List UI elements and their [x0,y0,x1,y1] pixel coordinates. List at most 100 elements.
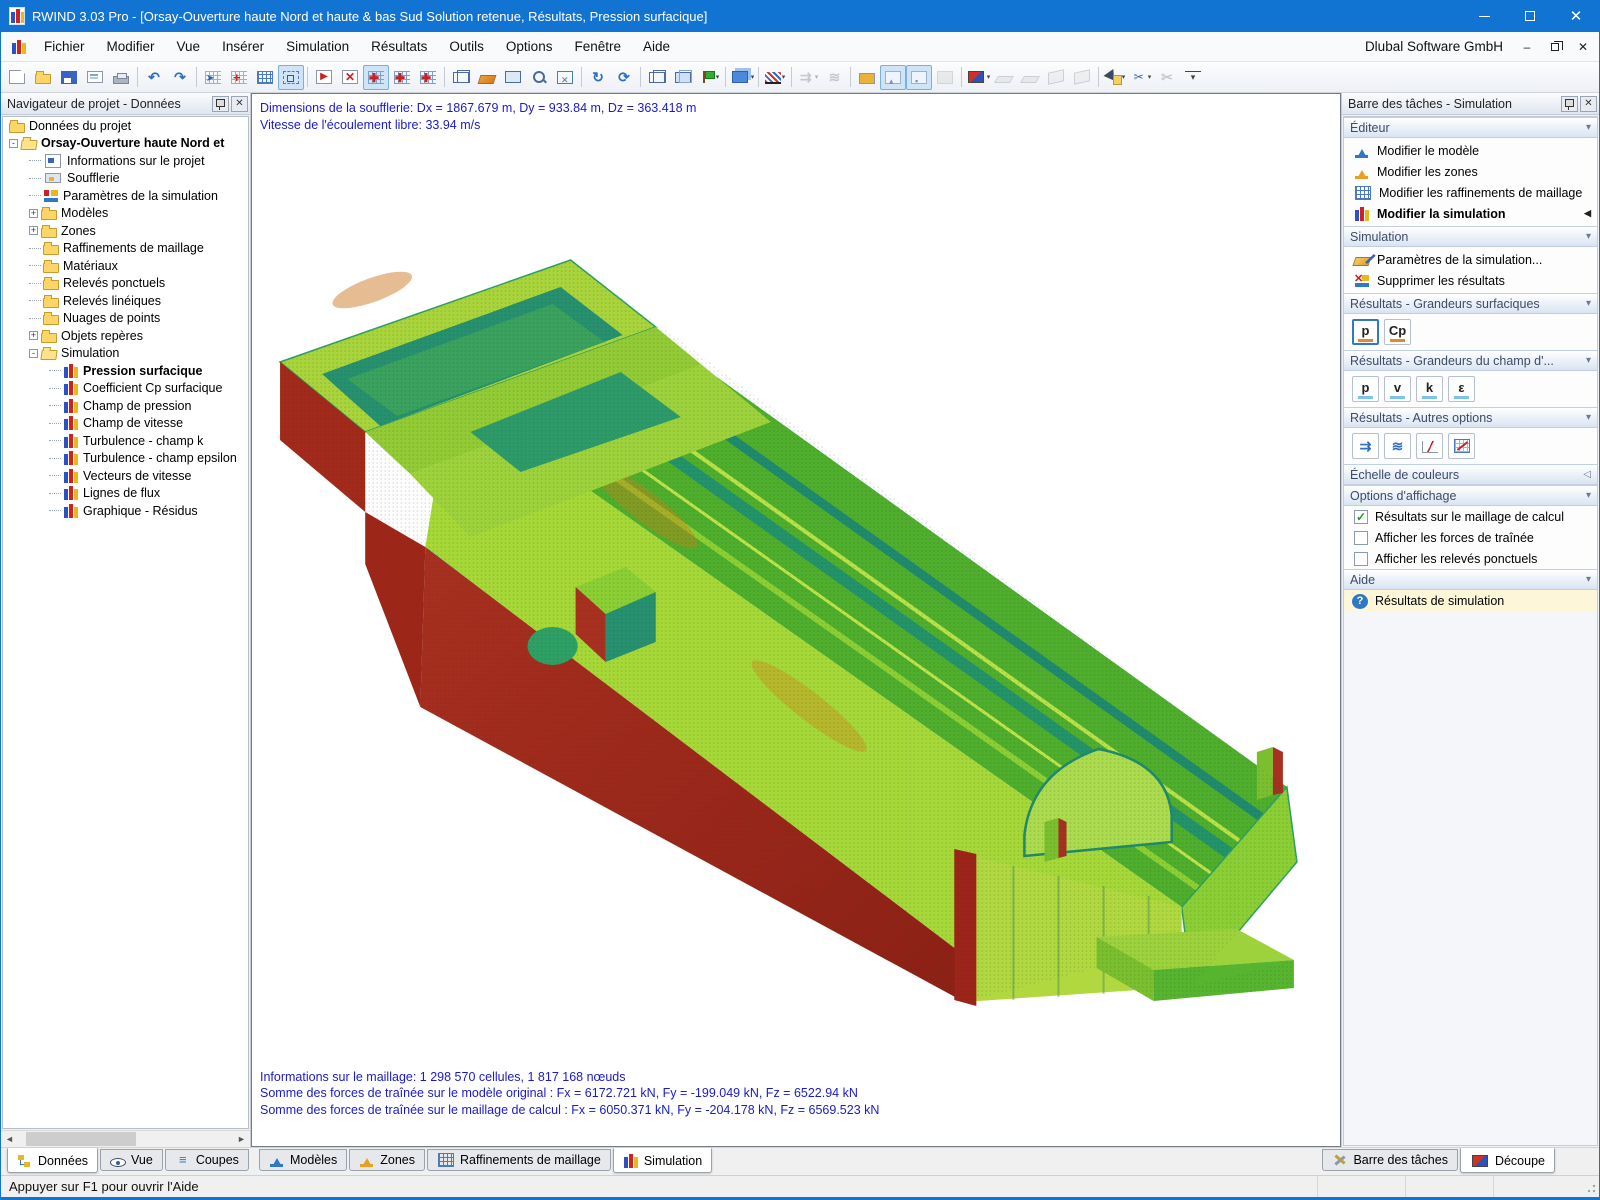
tree-item-releve-s-line-iques[interactable]: Relevés linéiques [3,292,248,310]
maximize-button[interactable] [1507,0,1553,32]
wind-zone-button[interactable] [200,65,226,90]
section-chevron-icon[interactable]: ▾ [1586,412,1591,423]
clip-front-button[interactable] [880,64,906,90]
result-button-cp[interactable]: Cp [1384,319,1411,345]
resize-grip-icon[interactable] [1583,1179,1597,1194]
section-header-re-sultats-grandeurs-du-champ-d[interactable]: Résultats - Grandeurs du champ d'... ▾ [1344,350,1597,371]
section-chevron-icon[interactable]: ▾ [1586,298,1591,309]
tree-item-champ-de-vitesse[interactable]: Champ de vitesse [3,415,248,433]
mdi-minimize-button[interactable]: – [1517,38,1537,56]
tree-item-graphique-re-sidus[interactable]: Graphique - Résidus [3,502,248,520]
task-parame-tres-de-la-simulation[interactable]: Paramètres de la simulation... [1344,249,1597,270]
section-header-options-d-affichage[interactable]: Options d'affichage ▾ [1344,485,1597,506]
tree-item-releve-s-ponctuels[interactable]: Relevés ponctuels [3,275,248,293]
section-hatch-button[interactable]: ▾ [762,65,788,90]
task-supprimer-les-re-sultats[interactable]: Supprimer les résultats [1344,270,1597,291]
projection-mode-button[interactable] [670,65,696,90]
tab-barre-des-ta-ches[interactable]: Barre des tâches [1322,1149,1458,1171]
tab-zones[interactable]: Zones [349,1149,425,1171]
unchecked-checkbox-icon[interactable] [1354,551,1368,566]
tree-item-mate-riaux[interactable]: Matériaux [3,257,248,275]
generate-mesh-button[interactable] [226,65,252,90]
tab-raffinements-de-maillage[interactable]: Raffinements de maillage [427,1149,611,1171]
tree-item-nuages-de-points[interactable]: Nuages de points [3,310,248,328]
tab-simulation[interactable]: Simulation [612,1148,713,1173]
scroll-left-icon[interactable]: ◄ [1,1134,18,1144]
solid-model-button[interactable]: ▾ [729,65,755,90]
section-chevron-icon[interactable]: ▾ [1586,490,1591,501]
results-on-model-button[interactable] [389,65,415,90]
zoom-fit-button[interactable] [552,65,578,90]
color-views-button[interactable]: ▾ [965,65,991,90]
tree-item-parame-tres-de-la-simulation[interactable]: Paramètres de la simulation [3,187,248,205]
section-chevron-icon[interactable]: ▾ [1586,355,1591,366]
result-button-p[interactable]: p [1352,376,1379,402]
task-modifier-les-zones[interactable]: Modifier les zones [1344,161,1597,182]
option-afficher-les-forces-de-trai-ne-e[interactable]: Afficher les forces de traînée [1344,527,1597,548]
menu-fichier[interactable]: Fichier [33,34,96,59]
menu-fenetre[interactable]: Fenêtre [563,34,632,59]
section-chevron-icon[interactable]: ◁ [1583,469,1591,480]
tree-item-objets-repe-res[interactable]: + Objets repères [3,327,248,345]
menu-aide[interactable]: Aide [632,34,681,59]
navigator-hscrollbar[interactable]: ◄ ► [1,1130,250,1147]
tree-item-simulation[interactable]: - Simulation [3,345,248,363]
mesh-nodes-button[interactable] [252,65,278,90]
collapse-icon[interactable]: - [29,348,38,358]
isometric-view-button[interactable] [644,65,670,90]
tree-item-pression-surfacique[interactable]: Pression surfacique [3,362,248,380]
vectors-button[interactable]: ⇉ [1352,433,1379,459]
select-mode-button[interactable] [500,65,526,90]
title-bar[interactable]: RWIND 3.03 Pro - [Orsay-Ouverture haute … [1,0,1599,32]
dropdown-arrow-icon[interactable]: ▾ [782,73,786,81]
pin-icon[interactable] [212,95,229,112]
mdi-close-button[interactable]: ✕ [1573,38,1593,56]
tree-item-mode-les[interactable]: + Modèles [3,205,248,223]
new-file-button[interactable] [4,65,30,90]
result-button-ε[interactable]: ε [1448,376,1475,402]
save-button[interactable] [56,65,82,90]
wireframe-view-button[interactable] [448,65,474,90]
tree-item-raffinements-de-maillage[interactable]: Raffinements de maillage [3,240,248,258]
section-chevron-icon[interactable]: ▾ [1586,122,1591,133]
dropdown-arrow-icon[interactable]: ▾ [716,73,720,81]
tab-mode-les[interactable]: Modèles [259,1149,348,1171]
task-modifier-les-raffinements-de-maillage[interactable]: Modifier les raffinements de maillage [1344,182,1597,203]
viewport-3d[interactable]: Dimensions de la soufflerie: Dx = 1867.6… [251,93,1341,1147]
streamlines-button[interactable]: ≋ [1384,433,1411,459]
clip-new-button[interactable] [854,65,880,90]
zoom-window-button[interactable] [526,65,552,90]
menu-resultats[interactable]: Résultats [360,34,438,59]
scroll-thumb[interactable] [26,1132,136,1146]
tab-vue[interactable]: Vue [100,1149,163,1171]
result-button-k[interactable]: k [1416,376,1443,402]
section-header-e-chelle-de-couleurs[interactable]: Échelle de couleurs ◁ [1344,464,1597,485]
close-button[interactable]: ✕ [1553,0,1599,32]
expand-icon[interactable]: + [29,331,38,341]
tree-item-soufflerie[interactable]: Soufflerie [3,170,248,188]
rotate-view-button[interactable]: ↻ [585,65,611,90]
tree-item-coefficient-cp-surfacique[interactable]: Coefficient Cp surfacique [3,380,248,398]
dropdown-arrow-icon[interactable]: ▾ [1122,73,1126,81]
menu-simulation[interactable]: Simulation [275,34,360,59]
tree-item-zones[interactable]: + Zones [3,222,248,240]
mesh-region-button[interactable] [278,64,304,90]
results-values-button[interactable] [415,65,441,90]
undo-button[interactable]: ↶ [141,65,167,90]
open-file-button[interactable] [30,65,56,90]
print-preview-button[interactable] [82,65,108,90]
display-flags-button[interactable]: ▾ [696,65,722,90]
rendered-view-button[interactable] [474,65,500,90]
taskbar-close-icon[interactable]: ✕ [1580,95,1597,112]
unchecked-checkbox-icon[interactable] [1354,530,1368,545]
result-button-v[interactable]: v [1384,376,1411,402]
menu-outils[interactable]: Outils [438,34,495,59]
menu-vue[interactable]: Vue [166,34,212,59]
tab-de-coupe[interactable]: Découpe [1459,1148,1555,1173]
mdi-restore-button[interactable] [1545,38,1565,56]
measure-button[interactable]: ▾ [1102,65,1128,90]
task-re-sultats-de-simulation[interactable]: ? Résultats de simulation [1344,590,1597,612]
task-modifier-la-simulation[interactable]: Modifier la simulation ◀ [1344,203,1597,224]
tab-coupes[interactable]: ≡ Coupes [164,1149,249,1171]
clip-back-button[interactable] [906,64,932,90]
